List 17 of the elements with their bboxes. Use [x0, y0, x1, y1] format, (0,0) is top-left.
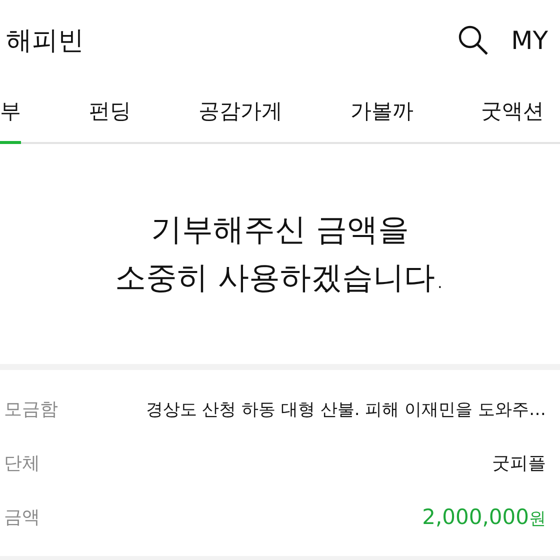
nav-tab[interactable]: 가볼까	[350, 80, 414, 144]
detail-value: 굿피플	[492, 452, 546, 475]
nav-tab[interactable]: 공감가게	[198, 80, 282, 144]
app-title: 해피빈	[6, 24, 84, 58]
detail-label: 모금함	[4, 398, 58, 421]
search-icon[interactable]	[457, 24, 490, 56]
my-link[interactable]: MY	[511, 26, 548, 54]
nav-tab[interactable]: 부	[0, 80, 21, 144]
amount-unit: 원	[529, 508, 546, 530]
nav-tab[interactable]: 굿액션	[481, 80, 544, 144]
amount-value: 2,000,000	[422, 504, 529, 528]
detail-label: 금액	[4, 506, 40, 529]
thank-you-message: 소중히 사용하겠습니다.	[115, 259, 445, 298]
thank-you-message: 기부해주신 금액을	[151, 210, 409, 250]
detail-label: 단체	[4, 452, 40, 475]
nav-tab[interactable]: 펀딩	[88, 80, 131, 144]
detail-value: 경상도 산청 하동 대형 산불. 피해 이재민을 도와주…	[146, 398, 546, 420]
